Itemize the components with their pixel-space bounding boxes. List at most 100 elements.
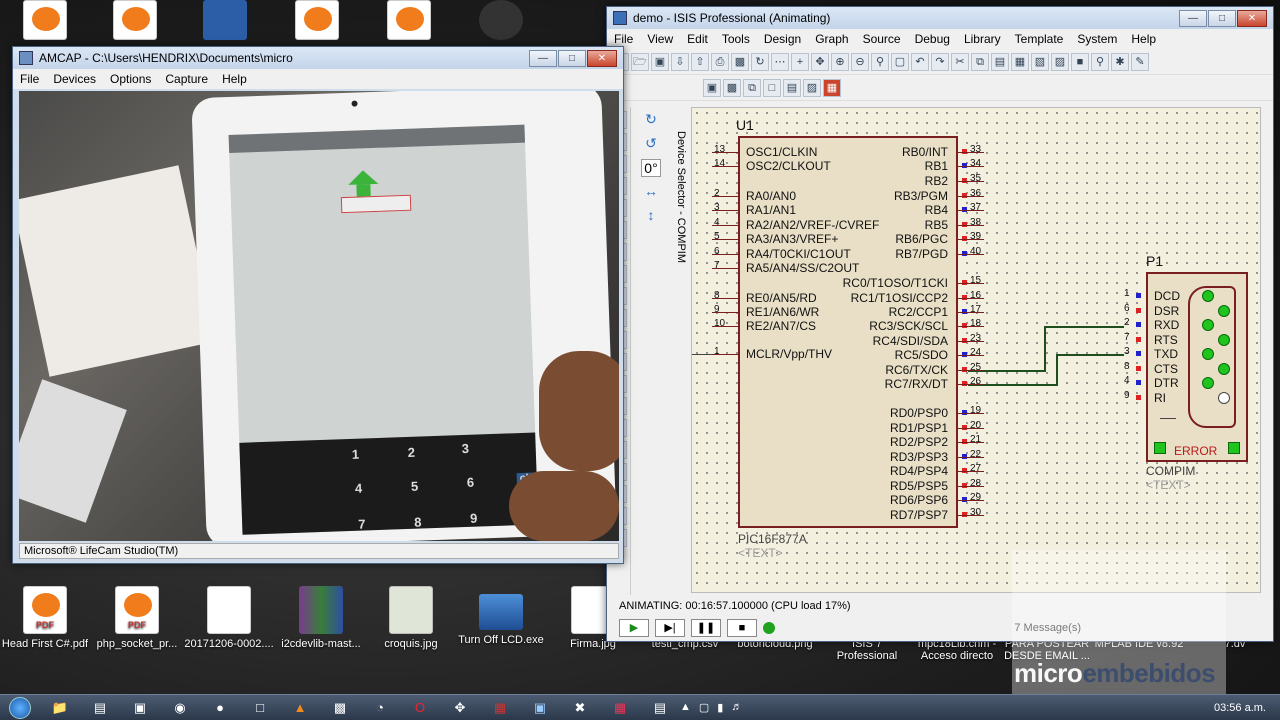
desktop-icon-php-socket[interactable]: PDF php_socket_pr... [92, 586, 182, 650]
schematic-canvas[interactable]: U1 PIC16F877A <TEXT> P1 ERROR COMPIM <TE… [691, 107, 1261, 593]
menu-file[interactable]: File [607, 32, 640, 46]
refresh-icon[interactable]: ↻ [751, 52, 769, 71]
maximize-button[interactable]: □ [558, 49, 586, 67]
menu-debug[interactable]: Debug [908, 32, 957, 46]
area-icon[interactable]: ▩ [731, 52, 749, 71]
wire-autorouter-icon[interactable]: ⧉ [743, 78, 761, 97]
desktop-icon-headfirst[interactable]: PDF Head First C#.pdf [0, 586, 90, 650]
obs-icon[interactable]: ● [200, 696, 240, 720]
vlc-icon[interactable]: ▲ [280, 696, 320, 720]
chrome-icon[interactable]: ◉ [160, 696, 200, 720]
desktop-icon-pdf-top-4[interactable] [364, 0, 454, 44]
isis-taskbar-icon[interactable]: ▣ [520, 696, 560, 720]
paste-icon[interactable]: ▤ [991, 52, 1009, 71]
stop-button[interactable]: ■ [727, 619, 757, 637]
desktop-icon-turn-off-lcd[interactable]: Turn Off LCD.exe [456, 586, 546, 646]
desktop-icon-word-top[interactable] [180, 0, 270, 44]
app-icon[interactable]: □ [240, 696, 280, 720]
desktop-icon-top-5[interactable] [456, 0, 546, 44]
clock-app-icon[interactable]: ◔ [360, 696, 400, 720]
desktop-icon-i2cdevlib[interactable]: i2cdevlib-mast... [276, 586, 366, 650]
desktop-icon-croquis[interactable]: croquis.jpg [366, 586, 456, 650]
menu-source[interactable]: Source [856, 32, 908, 46]
ares-taskbar-icon[interactable]: ▦ [600, 696, 640, 720]
menu-edit[interactable]: Edit [680, 32, 715, 46]
menu-graph[interactable]: Graph [808, 32, 855, 46]
menu-design[interactable]: Design [757, 32, 808, 46]
menu-library[interactable]: Library [957, 32, 1008, 46]
menu-capture[interactable]: Capture [158, 72, 215, 86]
zoom-in-icon[interactable]: ⊕ [831, 52, 849, 71]
search-tag-icon[interactable]: □ [763, 78, 781, 97]
step-button[interactable]: ▶| [655, 619, 685, 637]
block-move-icon[interactable]: ▧ [1031, 52, 1049, 71]
close-button[interactable]: ✕ [587, 49, 617, 67]
minimize-button[interactable]: — [529, 49, 557, 67]
tray-up-icon[interactable]: ▲ [680, 701, 691, 714]
block-copy-icon[interactable]: ▦ [1011, 52, 1029, 71]
pause-button[interactable]: ❚❚ [691, 619, 721, 637]
zoom-area-icon[interactable]: ▢ [891, 52, 909, 71]
origin-icon[interactable]: + [791, 52, 809, 71]
menu-devices[interactable]: Devices [46, 72, 103, 86]
tool-icon[interactable]: ✥ [440, 696, 480, 720]
rotate-ccw-icon[interactable]: ↺ [641, 135, 661, 153]
block-rotate-icon[interactable]: ▨ [1051, 52, 1069, 71]
property-tool-icon[interactable]: ▤ [783, 78, 801, 97]
minimize-button[interactable]: — [1179, 9, 1207, 27]
pan-icon[interactable]: ✥ [811, 52, 829, 71]
save-icon[interactable]: ▣ [651, 52, 669, 71]
mirror-x-icon[interactable]: ↔ [641, 183, 661, 201]
opera-icon[interactable]: O [400, 696, 440, 720]
make-device-icon[interactable]: ✱ [1111, 52, 1129, 71]
volume-icon[interactable]: ♬ [731, 701, 742, 714]
menu-view[interactable]: View [640, 32, 680, 46]
menu-template[interactable]: Template [1008, 32, 1071, 46]
play-button[interactable]: ▶ [619, 619, 649, 637]
mirror-y-icon[interactable]: ↕ [641, 207, 661, 225]
signal-icon[interactable]: ▮ [717, 701, 723, 714]
export-icon[interactable]: ⇧ [691, 52, 709, 71]
grid-icon[interactable]: ⋯ [771, 52, 789, 71]
network-icon[interactable]: ▢ [699, 701, 709, 714]
briefcase-icon[interactable]: ▦ [480, 696, 520, 720]
redo-icon[interactable]: ↷ [931, 52, 949, 71]
decompose-icon[interactable]: ✎ [1131, 52, 1149, 71]
computer-icon[interactable]: ▣ [120, 696, 160, 720]
zoom-out-icon[interactable]: ⊖ [851, 52, 869, 71]
desktop-icon-20171206[interactable]: 20171206-0002.... [184, 586, 274, 650]
block-delete-icon[interactable]: ■ [1071, 52, 1089, 71]
copy-icon[interactable]: ⧉ [971, 52, 989, 71]
menu-help[interactable]: Help [215, 72, 254, 86]
desktop-icon-pdf-top-2[interactable] [90, 0, 180, 44]
start-button[interactable] [0, 695, 40, 720]
design-explorer-icon[interactable]: ▩ [723, 78, 741, 97]
menu-help[interactable]: Help [1124, 32, 1163, 46]
menu-options[interactable]: Options [103, 72, 158, 86]
rotation-field[interactable]: 0° [641, 159, 661, 177]
rotate-cw-icon[interactable]: ↻ [641, 111, 661, 129]
open-folder-icon[interactable]: 🗁 [631, 52, 649, 71]
desktop-icon-pdf-top-1[interactable] [0, 0, 90, 44]
import-icon[interactable]: ⇩ [671, 52, 689, 71]
print-icon[interactable]: ⎙ [711, 52, 729, 71]
amcap-titlebar[interactable]: AMCAP - C:\Users\HENDRIX\Documents\micro… [13, 47, 623, 69]
ares-icon[interactable]: ▦ [823, 78, 841, 97]
netlist-icon[interactable]: ▣ [703, 78, 721, 97]
menu-tools[interactable]: Tools [715, 32, 757, 46]
menu-system[interactable]: System [1070, 32, 1124, 46]
explorer-icon[interactable]: 📁 [40, 696, 80, 720]
pick-device-icon[interactable]: ⚲ [1091, 52, 1109, 71]
isis-titlebar[interactable]: demo - ISIS Professional (Animating) — □… [607, 7, 1273, 29]
amcap-taskbar-icon[interactable]: ▤ [640, 696, 680, 720]
desktop-icon-pdf-top-3[interactable] [272, 0, 362, 44]
maximize-button[interactable]: □ [1208, 9, 1236, 27]
undo-icon[interactable]: ↶ [911, 52, 929, 71]
bom-icon[interactable]: ▨ [803, 78, 821, 97]
zoom-all-icon[interactable]: ⚲ [871, 52, 889, 71]
notepad-icon[interactable]: ▤ [80, 696, 120, 720]
menu-file[interactable]: File [13, 72, 46, 86]
close-x-icon[interactable]: ✖ [560, 696, 600, 720]
cut-icon[interactable]: ✂ [951, 52, 969, 71]
monitor-icon[interactable]: ▩ [320, 696, 360, 720]
